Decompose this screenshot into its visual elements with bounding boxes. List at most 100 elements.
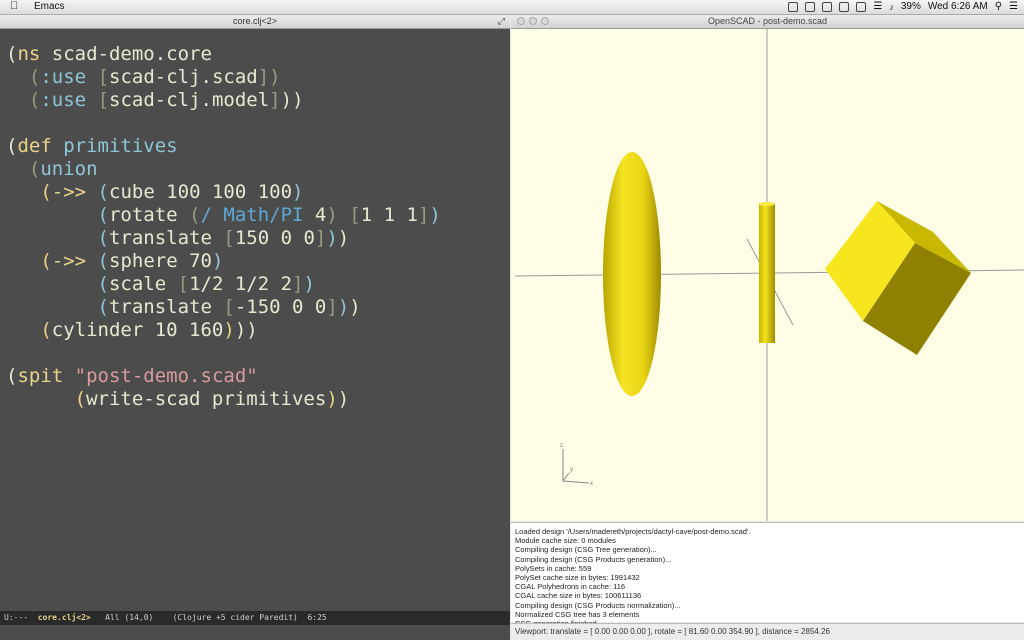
- code-token: ]: [292, 273, 304, 295]
- modeline-status: U:---: [4, 613, 29, 622]
- console-line: Normalized CSG tree has 3 elements: [515, 609, 640, 619]
- mode-line: U:--- core.clj<2> All (14,0) (Clojure +5…: [0, 611, 510, 625]
- code-token: ): [211, 250, 224, 272]
- code-line[interactable]: (cylinder 10 160))): [6, 319, 510, 342]
- code-token: ): [326, 204, 338, 226]
- code-line[interactable]: (translate [-150 0 0])): [6, 296, 510, 319]
- code-line[interactable]: [6, 342, 510, 365]
- list-icon[interactable]: ☰: [1009, 1, 1018, 12]
- console-line: Compiling design (CSG Tree generation)..…: [515, 545, 657, 555]
- code-token: ): [223, 319, 235, 341]
- code-token: )): [280, 89, 304, 111]
- code-line[interactable]: (write-scad primitives)): [6, 388, 510, 411]
- status-icon[interactable]: [839, 1, 850, 12]
- code-line[interactable]: (spit "post-demo.scad": [6, 365, 510, 388]
- console-line: CGAL Polyhedrons in cache: 116: [515, 582, 626, 592]
- app-name-menu[interactable]: Emacs: [34, 1, 65, 12]
- modeline-modes[interactable]: (Clojure +5 cider Paredit): [173, 613, 298, 622]
- openscad-titlebar[interactable]: OpenSCAD - post-demo.scad: [511, 15, 1024, 29]
- code-token: ]): [257, 66, 281, 88]
- code-token: [: [97, 89, 110, 111]
- code-token: (: [74, 388, 87, 410]
- console-line: CGAL cache size in bytes: 100611136: [515, 591, 642, 601]
- fullscreen-icon[interactable]: ⤢: [498, 15, 505, 28]
- code-line[interactable]: [6, 112, 510, 135]
- menu-bar:  Emacs ☰ ♪ 39% Wed 6:26 AM ⚲ ☰: [0, 0, 1024, 15]
- code-token: ): [326, 227, 338, 249]
- code-line[interactable]: (scale [1/2 1/2 2]): [6, 273, 510, 296]
- console-line: PolySets in cache: 559: [515, 563, 592, 573]
- code-token: ]: [314, 227, 327, 249]
- battery-percent[interactable]: 39%: [901, 1, 921, 12]
- code-token: [: [177, 273, 190, 295]
- axis-gizmo: z y x: [560, 443, 593, 487]
- code-token: union: [40, 158, 98, 180]
- code-line[interactable]: (translate [150 0 0])): [6, 227, 510, 250]
- code-line[interactable]: (union: [6, 158, 510, 181]
- console-output[interactable]: Loaded design '/Users/madereth/projects/…: [511, 522, 1024, 637]
- wifi-icon[interactable]: ☰: [873, 1, 882, 12]
- zoom-button[interactable]: [541, 17, 549, 25]
- code-token: 150 0 0: [234, 227, 315, 249]
- cylinder-shape: [759, 203, 775, 343]
- code-editor[interactable]: (ns scad-demo.core (:use [scad-clj.scad]…: [0, 29, 510, 625]
- apple-menu-icon[interactable]: : [10, 0, 18, 12]
- code-token: ): [337, 388, 350, 410]
- code-token: ): [429, 204, 441, 226]
- modeline-position: All (14,0): [105, 613, 154, 622]
- minimize-button[interactable]: [529, 17, 537, 25]
- modeline-buffer[interactable]: core.clj<2>: [38, 613, 91, 622]
- code-line[interactable]: (:use [scad-clj.scad]): [6, 66, 510, 89]
- code-line[interactable]: (ns scad-demo.core: [6, 43, 510, 66]
- code-token: )): [234, 319, 258, 341]
- console-line: Loaded design '/Users/madereth/projects/…: [515, 527, 751, 536]
- code-token: translate: [108, 227, 224, 249]
- code-token: scad-clj.scad: [109, 66, 258, 88]
- code-token: (: [97, 227, 109, 249]
- code-token: (: [28, 89, 41, 111]
- code-token: scad-demo.core: [40, 43, 212, 65]
- code-token: / Math/PI: [200, 204, 304, 226]
- code-line[interactable]: (rotate (/ Math/PI 4) [1 1 1]): [6, 204, 510, 227]
- code-token: 1 1 1: [360, 204, 418, 226]
- clock[interactable]: Wed 6:26 AM: [928, 1, 988, 12]
- console-line: Compiling design (CSG Products normaliza…: [515, 600, 681, 610]
- code-line[interactable]: (->> (sphere 70): [6, 250, 510, 273]
- status-icon[interactable]: [805, 1, 816, 12]
- status-icon[interactable]: [788, 1, 799, 12]
- openscad-window: OpenSCAD - post-demo.scad z y x Loaded d…: [511, 15, 1024, 640]
- close-button[interactable]: [517, 17, 525, 25]
- emacs-titlebar[interactable]: core.clj<2> ⤢: [0, 15, 510, 29]
- code-token: scad-clj.model: [109, 89, 270, 111]
- code-token: (: [97, 296, 109, 318]
- window-title: OpenSCAD - post-demo.scad: [707, 16, 828, 26]
- axis-label-y: y: [570, 467, 573, 473]
- minibuffer[interactable]: [0, 625, 510, 640]
- 3d-viewport[interactable]: z y x: [511, 29, 1024, 521]
- code-token: ns: [17, 43, 41, 65]
- code-token: ]: [269, 89, 281, 111]
- code-token: scale: [108, 273, 178, 295]
- volume-icon[interactable]: ♪: [889, 2, 894, 12]
- search-icon[interactable]: ⚲: [995, 1, 1002, 12]
- code-line[interactable]: (:use [scad-clj.model])): [6, 89, 510, 112]
- status-icon[interactable]: [822, 1, 833, 12]
- code-line[interactable]: (->> (cube 100 100 100): [6, 181, 510, 204]
- code-token: spit: [17, 365, 64, 387]
- ellipsoid-shape: [603, 152, 661, 396]
- code-line[interactable]: (def primitives: [6, 135, 510, 158]
- code-token: sphere 70: [109, 250, 212, 272]
- code-token: (: [28, 158, 41, 180]
- status-icon[interactable]: [856, 1, 867, 12]
